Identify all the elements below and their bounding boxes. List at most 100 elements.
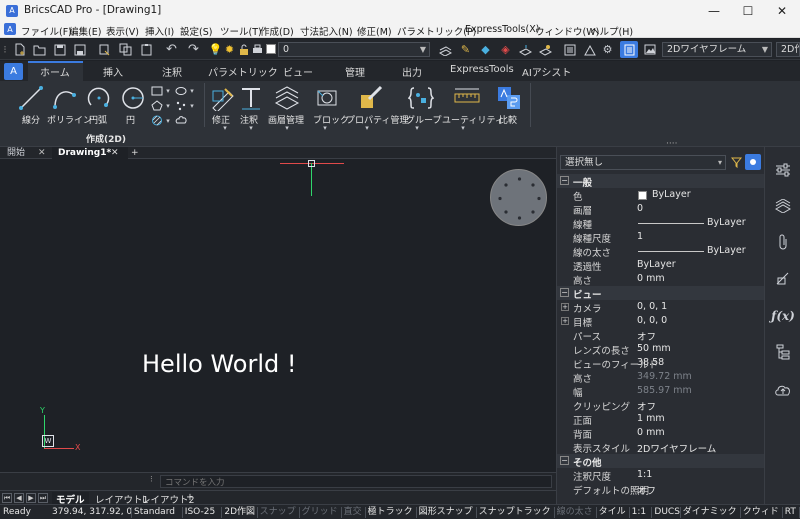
polygon-icon[interactable]	[150, 99, 164, 112]
property-value[interactable]: 1 mm	[637, 413, 665, 424]
property-row[interactable]: + カメラ 0, 0, 1	[557, 300, 764, 315]
tab-insert[interactable]: 挿入	[103, 64, 123, 79]
property-row[interactable]: 高さ 349.72 mm	[557, 370, 764, 385]
collapse-icon[interactable]: −	[560, 456, 569, 465]
lookfrom-widget[interactable]	[490, 169, 547, 226]
property-row[interactable]: + 目標 0, 0, 0	[557, 314, 764, 329]
property-value[interactable]: 0, 0, 0	[637, 315, 667, 326]
new-icon[interactable]	[12, 42, 27, 57]
chevron-down-icon[interactable]: ▾	[362, 124, 372, 132]
revision-cloud-icon[interactable]	[174, 114, 188, 127]
collapse-icon[interactable]: −	[560, 288, 569, 297]
property-value[interactable]: ByLayer	[707, 217, 746, 228]
modify-tool-button[interactable]	[208, 83, 238, 113]
property-row[interactable]: 高さ 0 mm	[557, 272, 764, 287]
property-row[interactable]: 画層 0	[557, 202, 764, 217]
property-value[interactable]: 1	[637, 231, 643, 242]
property-row[interactable]: 表示スタイル 2Dワイヤフレーム	[557, 440, 764, 455]
chevron-down-icon[interactable]: ▾	[412, 124, 422, 132]
chevron-down-icon[interactable]: ▾	[164, 114, 172, 127]
menu-expresstools[interactable]: ExpressTools(X)	[465, 24, 539, 35]
compare-tool-button[interactable]	[494, 83, 524, 113]
canvas-text-entity[interactable]: Hello World !	[142, 350, 297, 378]
tab-home-label[interactable]: ホーム	[40, 64, 70, 79]
undo-icon[interactable]: ↶	[164, 42, 179, 57]
property-value[interactable]: 0	[637, 203, 643, 214]
tab-ai-assist[interactable]: AIアシスト	[522, 64, 571, 79]
lightbulb-icon[interactable]: 💡	[208, 42, 223, 57]
chevron-down-icon[interactable]: ▾	[458, 124, 468, 132]
layer-off-icon[interactable]: ◈	[498, 42, 513, 57]
utilities-tool-button[interactable]	[452, 83, 482, 113]
property-row[interactable]: クリッピング オフ	[557, 398, 764, 413]
doc-tab-start[interactable]: 開始	[7, 147, 25, 159]
chevron-down-icon[interactable]: ▾	[188, 84, 196, 97]
menu-modify[interactable]: 修正(M)	[357, 24, 392, 38]
status-toggle[interactable]: タイル	[599, 506, 626, 519]
menu-tools[interactable]: ツール(T)	[220, 24, 262, 38]
status-toggle[interactable]: グリッド	[302, 506, 338, 519]
property-manager-button[interactable]	[356, 83, 386, 113]
property-row[interactable]: 線種尺度 1	[557, 230, 764, 245]
property-row[interactable]: レンズの長さ 50 mm	[557, 342, 764, 357]
match-properties-icon[interactable]: ✎	[458, 42, 473, 57]
status-toggle[interactable]: クウィド	[743, 506, 779, 519]
select-objects-icon[interactable]	[745, 154, 761, 170]
polyline-tool-button[interactable]	[50, 83, 80, 113]
status-toggle[interactable]: スナップトラック	[479, 506, 551, 519]
layer-manager-button[interactable]	[272, 83, 302, 113]
chevron-down-icon[interactable]: ▾	[220, 124, 230, 132]
collapse-icon[interactable]: −	[560, 176, 569, 185]
paste-icon[interactable]	[140, 42, 155, 57]
structure-tree-icon[interactable]	[774, 343, 792, 361]
line-tool-button[interactable]	[16, 83, 46, 113]
chevron-down-icon[interactable]: ▾	[282, 124, 292, 132]
prev-layout-button[interactable]: ◀	[14, 493, 24, 503]
next-layout-button[interactable]: ▶	[26, 493, 36, 503]
sun-icon[interactable]: ✹	[222, 42, 237, 57]
maximize-button[interactable]: ☐	[731, 0, 765, 22]
draw-order-icon[interactable]	[774, 269, 792, 287]
property-value[interactable]: ByLayer	[637, 259, 676, 270]
drawing-canvas[interactable]: Hello World ! W Y X	[0, 159, 556, 490]
visual-style-combo-2[interactable]: 2D作	[776, 42, 800, 57]
status-toggle[interactable]: DUCS	[654, 506, 680, 519]
status-toggle[interactable]: ダイナミック	[683, 506, 737, 519]
menu-draw[interactable]: 作成(D)	[260, 24, 294, 38]
property-value[interactable]: オフ	[637, 329, 656, 343]
cloud-upload-icon[interactable]	[774, 381, 792, 399]
layer-previous-icon[interactable]	[518, 42, 533, 57]
tab-annotate[interactable]: 注釈	[162, 64, 182, 79]
expand-icon[interactable]: +	[561, 317, 569, 325]
property-value[interactable]: オフ	[637, 483, 656, 497]
properties-panel-icon[interactable]	[562, 42, 577, 57]
arc-tool-button[interactable]	[84, 83, 114, 113]
property-value[interactable]: ByLayer	[652, 189, 691, 200]
status-toggle[interactable]: 1:1	[632, 506, 646, 519]
image-icon[interactable]	[642, 42, 657, 57]
menu-insert[interactable]: 挿入(I)	[145, 24, 174, 38]
point-icon[interactable]	[174, 99, 188, 112]
menu-settings[interactable]: 設定(S)	[180, 24, 212, 38]
expand-icon[interactable]: +	[561, 303, 569, 311]
attachments-paperclip-icon[interactable]	[774, 233, 792, 251]
drawing-explorer-icon[interactable]	[582, 42, 597, 57]
property-value[interactable]: 50 mm	[637, 343, 671, 354]
lock-layer-icon[interactable]	[236, 42, 251, 57]
parameters-fx-icon[interactable]: ƒ(x)	[771, 307, 795, 325]
layer-isolate-icon[interactable]: ◆	[478, 42, 493, 57]
close-button[interactable]: ✕	[765, 0, 799, 22]
property-row[interactable]: 幅 585.97 mm	[557, 384, 764, 399]
tab-view[interactable]: ビュー	[283, 64, 313, 79]
circle-tool-button[interactable]	[118, 83, 148, 113]
property-value[interactable]: 585.97 mm	[637, 385, 692, 396]
active-panel-icon[interactable]	[620, 41, 638, 58]
menu-file[interactable]: ファイル(F)	[21, 24, 72, 38]
menu-app-icon[interactable]: A	[4, 23, 16, 35]
menu-edit[interactable]: 編集(E)	[69, 24, 101, 38]
status-toggle[interactable]: Standard	[134, 506, 175, 519]
property-value[interactable]: オフ	[637, 399, 656, 413]
first-layout-button[interactable]: ⏮	[2, 493, 12, 503]
property-value[interactable]: 0 mm	[637, 273, 665, 284]
status-toggle[interactable]: 直交	[344, 506, 362, 519]
